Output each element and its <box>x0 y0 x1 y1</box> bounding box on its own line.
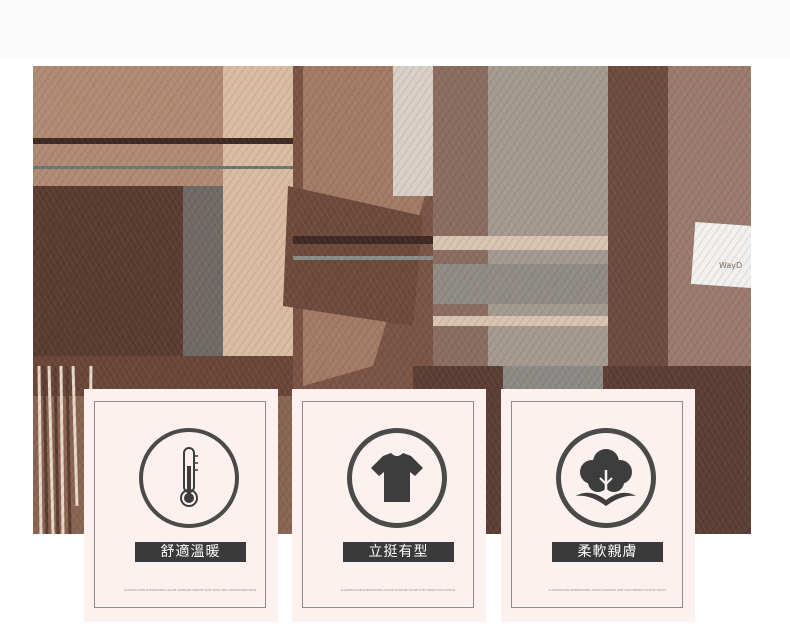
feature-card-softness: 柔軟親膚 CLASSIFICATION INTERNATIONAL GRADE … <box>501 389 695 622</box>
feature-label: 立挺有型 <box>343 542 454 562</box>
card-frame: 柔軟親膚 CLASSIFICATION INTERNATIONAL GRADE … <box>511 401 683 608</box>
card-frame: 舒適溫暖 CLASSIFICATION INTERNATIONAL GRADE … <box>94 401 266 608</box>
top-band <box>0 0 790 58</box>
card-frame: 立挺有型 CLASSIFICATION INTERNATIONAL GRADE … <box>302 401 474 608</box>
feature-fine-print: CLASSIFICATION INTERNATIONAL GRADE STAND… <box>340 589 456 592</box>
feature-card-shape: 立挺有型 CLASSIFICATION INTERNATIONAL GRADE … <box>292 389 486 622</box>
feature-label: 柔軟親膚 <box>552 542 663 562</box>
feature-card-warmth: 舒適溫暖 CLASSIFICATION INTERNATIONAL GRADE … <box>84 389 278 622</box>
tshirt-icon <box>345 426 449 530</box>
feature-fine-print: CLASSIFICATION INTERNATIONAL GRADE STAND… <box>548 589 666 592</box>
cotton-plant-icon <box>554 426 658 530</box>
feature-label: 舒適溫暖 <box>135 542 246 562</box>
feature-fine-print: CLASSIFICATION INTERNATIONAL GRADE STAND… <box>123 589 257 592</box>
thermometer-icon <box>137 426 241 530</box>
